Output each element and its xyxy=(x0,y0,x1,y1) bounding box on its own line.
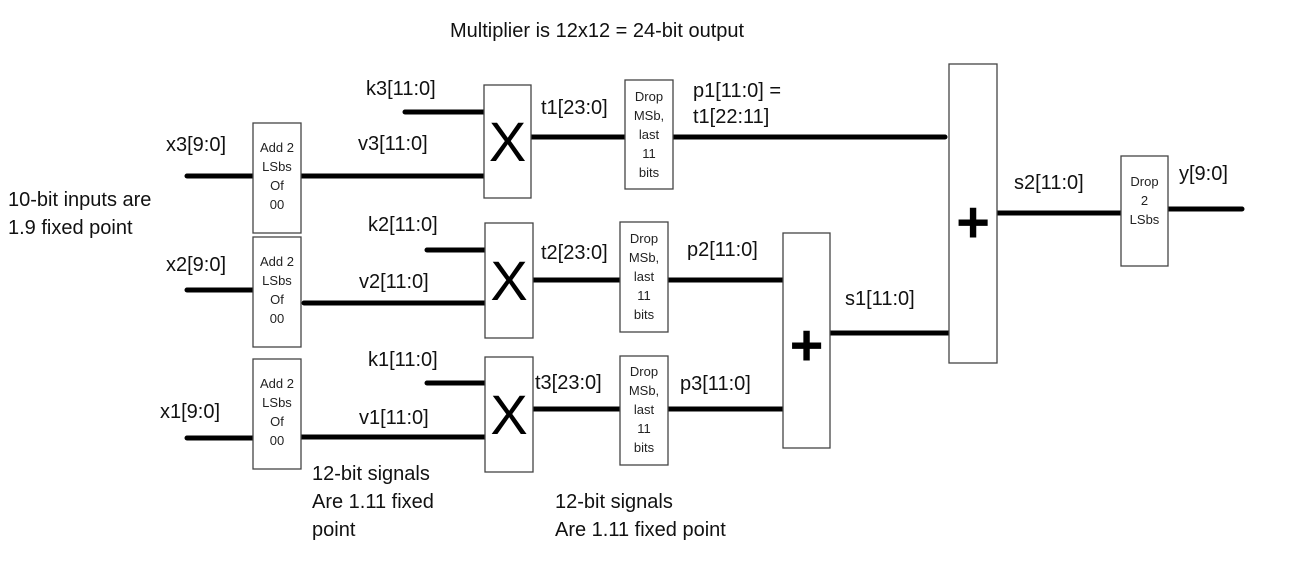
add-icon-2: + xyxy=(956,189,990,255)
truncated-label-p1: p1[11:0] = t1[22:11] xyxy=(693,80,782,128)
truncate-block-1-text: Drop MSb, last 11 bits xyxy=(633,89,665,180)
sum-label-s1: s1[11:0] xyxy=(845,288,915,310)
truncate-block-3-text: Drop MSb, last 11 bits xyxy=(628,364,660,455)
add-icon-1: + xyxy=(789,312,824,378)
diagram-title: Multiplier is 12x12 = 24-bit output xyxy=(450,20,745,42)
product-label-t1: t1[23:0] xyxy=(541,97,608,119)
note-inputs: 10-bit inputs are 1.9 fixed point xyxy=(8,189,152,239)
pad-block-1-text: Add 2 LSbs Of 00 xyxy=(260,376,294,448)
note-signals-left: 12-bit signals Are 1.11 fixed point xyxy=(312,463,434,541)
input-label-x1: x1[9:0] xyxy=(160,401,221,423)
multiply-icon-1: X xyxy=(488,110,527,173)
signal-label-v2: v2[11:0] xyxy=(359,271,429,293)
sum-label-s2: s2[11:0] xyxy=(1014,172,1084,194)
signal-label-v3: v3[11:0] xyxy=(358,133,428,155)
output-truncate-block-text: Drop 2 LSbs xyxy=(1129,174,1160,227)
coefficient-label-k3: k3[11:0] xyxy=(366,78,436,100)
truncated-label-p3: p3[11:0] xyxy=(680,373,751,395)
pad-block-3-text: Add 2 LSbs Of 00 xyxy=(260,140,294,212)
input-label-x3: x3[9:0] xyxy=(166,134,227,156)
note-signals-right: 12-bit signals Are 1.11 fixed point xyxy=(555,491,726,541)
multiply-icon-2: X xyxy=(490,249,528,312)
product-label-t3: t3[23:0] xyxy=(535,372,602,394)
pad-block-2-text: Add 2 LSbs Of 00 xyxy=(260,254,294,326)
input-label-x2: x2[9:0] xyxy=(166,254,227,276)
output-label-y: y[9:0] xyxy=(1179,163,1228,185)
signal-label-v1: v1[11:0] xyxy=(359,407,429,429)
product-label-t2: t2[23:0] xyxy=(541,242,608,264)
multiply-icon-3: X xyxy=(490,383,528,446)
truncated-label-p2: p2[11:0] xyxy=(687,239,758,261)
coefficient-label-k1: k1[11:0] xyxy=(368,349,438,371)
truncate-block-2-text: Drop MSb, last 11 bits xyxy=(628,231,660,322)
coefficient-label-k2: k2[11:0] xyxy=(368,214,438,236)
